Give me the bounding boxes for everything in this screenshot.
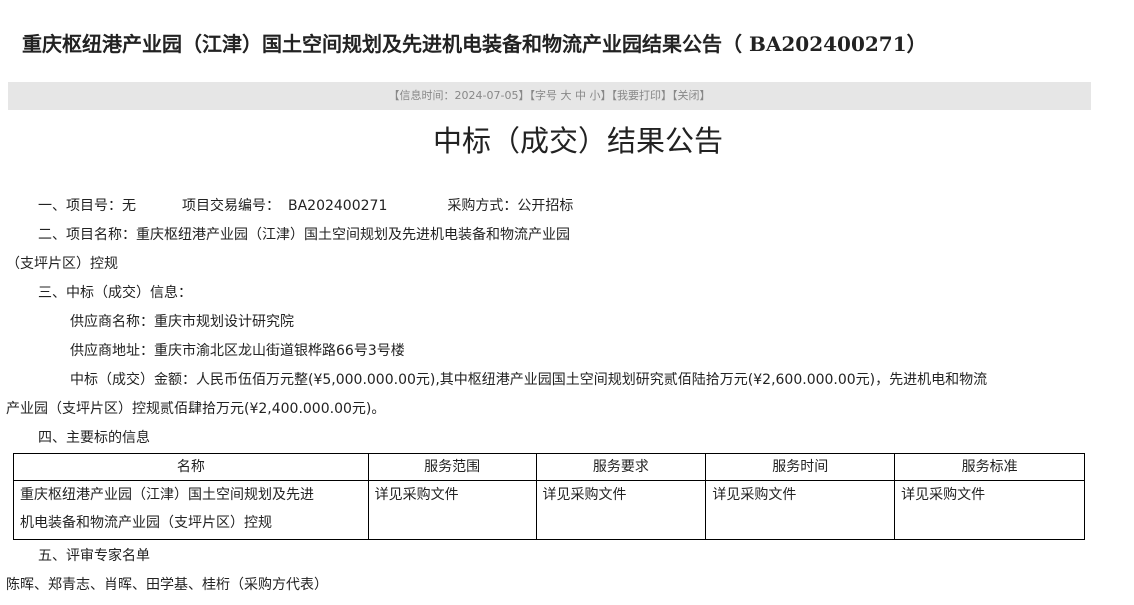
project-no-value: 无	[122, 198, 136, 214]
page-title: 重庆枢纽港产业园（江津）国土空间规划及先进机电装备和物流产业园结果公告（ BA2…	[22, 32, 927, 56]
award-info-label: 三、中标（成交）信息：	[38, 285, 192, 301]
supplier-name-value: 重庆市规划设计研究院	[154, 314, 294, 330]
header-scope: 服务范围	[367, 453, 537, 481]
cell-time: 详见采购文件	[705, 480, 896, 540]
cell-name: 重庆枢纽港产业园（江津）国土空间规划及先进 机电装备和物流产业园（支坪片区）控规	[13, 480, 369, 540]
table-header-row: 名称 服务范围 服务要求 服务时间 服务标准	[13, 453, 1085, 481]
supplier-address-label: 供应商地址：	[70, 343, 154, 359]
font-size-close: 】	[600, 89, 612, 102]
method-value: 公开招标	[517, 198, 574, 214]
section1-line: 一、项目号：无 项目交易编号： BA202400271 采购方式：公开招标	[38, 196, 573, 216]
method-label: 采购方式：	[447, 198, 518, 214]
font-size-small-link[interactable]: 小	[589, 89, 600, 102]
header-time: 服务时间	[705, 453, 896, 481]
header-requirement: 服务要求	[535, 453, 707, 481]
info-time-label: 【信息时间：	[388, 89, 455, 102]
cell-standard: 详见采购文件	[894, 480, 1085, 540]
project-name-part2: （支坪片区）控规	[6, 256, 118, 272]
trade-no-label: 项目交易编号：	[182, 198, 280, 214]
info-date: 2024-07-05	[454, 89, 519, 102]
close-link[interactable]: 【关闭】	[672, 89, 711, 102]
cell-scope: 详见采购文件	[367, 480, 537, 540]
font-size-large-link[interactable]: 大	[560, 89, 571, 102]
table-row: 重庆枢纽港产业园（江津）国土空间规划及先进 机电装备和物流产业园（支坪片区）控规 …	[13, 480, 1085, 540]
supplier-address-value: 重庆市渝北区龙山街道银桦路66号3号楼	[154, 343, 405, 359]
header-standard: 服务标准	[894, 453, 1085, 481]
trade-no-value: BA202400271	[288, 198, 388, 214]
cell-name-line1: 重庆枢纽港产业园（江津）国土空间规划及先进	[20, 487, 314, 503]
supplier-name-line: 供应商名称：重庆市规划设计研究院	[70, 312, 294, 332]
project-name-label: 二、项目名称：	[38, 227, 136, 243]
font-size-label: 【字号	[529, 89, 557, 102]
cell-requirement: 详见采购文件	[535, 480, 707, 540]
supplier-name-label: 供应商名称：	[70, 314, 154, 330]
info-bar: 【信息时间：2024-07-05】【字号 大 中 小】【我要打印】【关闭】	[8, 82, 1091, 110]
expert-list-label: 五、评审专家名单	[38, 548, 150, 564]
print-link[interactable]: 【我要打印】	[611, 89, 672, 102]
font-size-medium-link[interactable]: 中	[575, 89, 586, 102]
info-time-close: 】	[518, 89, 530, 102]
award-amount-line2: 产业园（支坪片区）控规贰佰肆拾万元(¥2,400.000.00元)。	[6, 401, 386, 417]
supplier-address-line: 供应商地址：重庆市渝北区龙山街道银桦路66号3号楼	[70, 341, 405, 361]
items-table: 名称 服务范围 服务要求 服务时间 服务标准 重庆枢纽港产业园（江津）国土空间规…	[13, 453, 1085, 540]
award-amount-line1: 中标（成交）金额：人民币伍佰万元整(¥5,000.000.00元),其中枢纽港产…	[70, 372, 988, 388]
header-name: 名称	[13, 453, 369, 481]
expert-list: 陈晖、郑青志、肖晖、田学基、桂桁（采购方代表）	[6, 577, 328, 593]
project-name-part1: 重庆枢纽港产业园（江津）国土空间规划及先进机电装备和物流产业园	[136, 227, 570, 243]
cell-name-line2: 机电装备和物流产业园（支坪片区）控规	[20, 515, 272, 531]
main-items-label: 四、主要标的信息	[38, 430, 150, 446]
project-no-label: 一、项目号：	[38, 198, 122, 214]
section2-line1: 二、项目名称：重庆枢纽港产业园（江津）国土空间规划及先进机电装备和物流产业园	[38, 225, 570, 245]
notice-title: 中标（成交）结果公告	[432, 124, 723, 158]
